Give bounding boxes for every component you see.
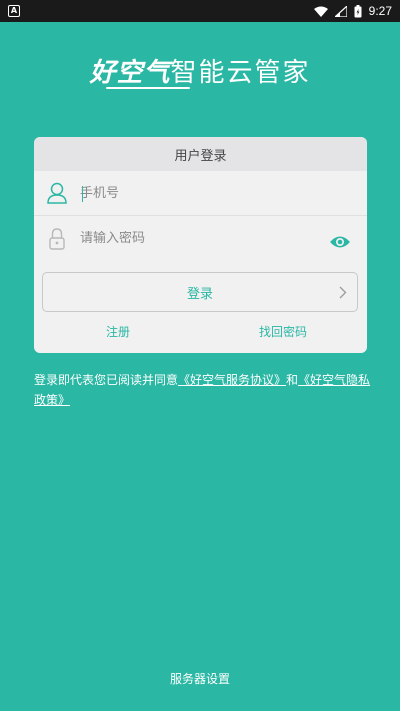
agreement-text: 登录即代表您已阅读并同意《好空气服务协议》和《好空气隐私政策》 xyxy=(34,370,374,410)
app-notification-icon: A xyxy=(8,5,20,17)
phone-field xyxy=(34,171,367,216)
lock-icon xyxy=(49,227,65,250)
login-card: 用户登录 登录 xyxy=(34,137,367,353)
login-card-title: 用户登录 xyxy=(34,137,367,171)
app-logo: 好空气智能云管家 xyxy=(0,52,400,89)
card-links: 注册 找回密码 xyxy=(34,323,367,340)
password-input[interactable] xyxy=(80,231,367,246)
register-link[interactable]: 注册 xyxy=(106,323,130,340)
logo-subtitle: 智能云管家 xyxy=(170,58,311,88)
service-agreement-link[interactable]: 《好空气服务协议》 xyxy=(178,373,286,387)
show-password-toggle[interactable] xyxy=(329,234,351,253)
signal-icon xyxy=(334,5,347,17)
chevron-right-icon xyxy=(339,286,347,299)
clock: 9:27 xyxy=(368,4,392,18)
battery-icon xyxy=(354,4,362,17)
phone-input[interactable] xyxy=(80,185,367,201)
login-button[interactable]: 登录 xyxy=(42,272,358,312)
login-button-label: 登录 xyxy=(186,286,213,302)
server-settings-link[interactable]: 服务器设置 xyxy=(0,670,400,687)
wifi-icon xyxy=(313,6,328,17)
agreement-prefix: 登录即代表您已阅读并同意 xyxy=(34,373,179,387)
brand-name: 好空气 xyxy=(89,58,171,88)
recover-password-link[interactable]: 找回密码 xyxy=(259,323,307,340)
user-icon xyxy=(47,182,67,204)
text-cursor xyxy=(82,186,83,202)
eye-icon xyxy=(330,236,350,248)
status-bar: A 9:27 xyxy=(0,0,400,22)
agreement-and: 和 xyxy=(286,373,299,387)
password-field xyxy=(34,216,367,261)
logo-swoosh xyxy=(106,87,190,89)
